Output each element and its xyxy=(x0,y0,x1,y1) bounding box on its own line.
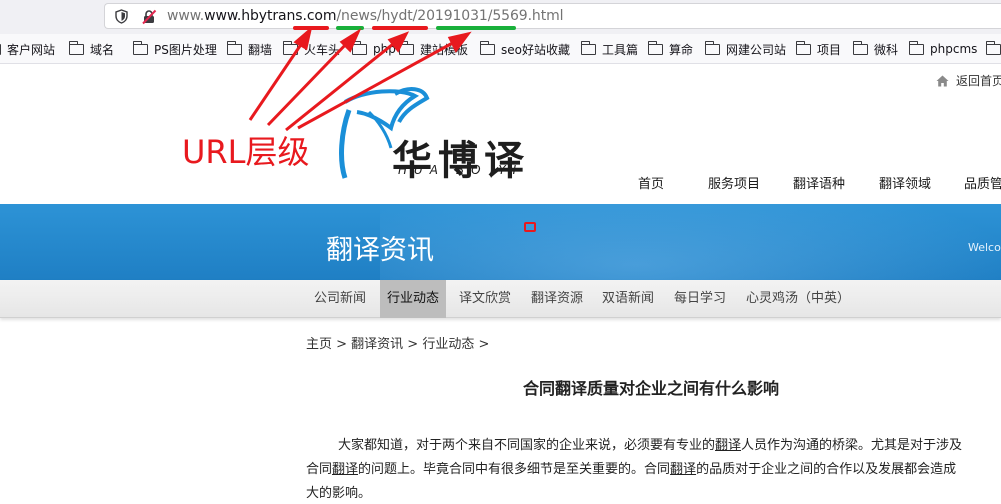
bookmark-item[interactable]: 火车头 xyxy=(282,34,340,63)
sub-nav: 公司新闻 行业动态 译文欣赏 翻译资源 双语新闻 每日学习 心灵鸡汤（中英） xyxy=(0,280,1001,318)
url-underline-red xyxy=(293,26,329,30)
bookmark-item[interactable]: php xyxy=(351,34,396,63)
bookmark-item[interactable]: 网建公司站 xyxy=(704,34,786,63)
url-segment-date: /20191031 xyxy=(412,8,488,24)
tab-industry-news[interactable]: 行业动态 xyxy=(380,280,447,318)
folder-icon xyxy=(0,43,1,55)
url-text[interactable]: www.www.hbytrans.com/news/hydt/20191031/… xyxy=(167,7,564,25)
shield-icon[interactable] xyxy=(115,9,128,24)
folder-icon xyxy=(68,40,84,55)
breadcrumb[interactable]: 主页 > 翻译资讯 > 行业动态 > xyxy=(306,333,489,352)
url-segment-file: /5569.html xyxy=(487,8,564,24)
home-icon xyxy=(936,75,949,86)
nav-item-services[interactable]: 服务项目 xyxy=(708,173,760,192)
bookmark-item[interactable]: 客户网站 xyxy=(0,34,55,63)
article-paragraph: 合同翻译的问题上。毕竟合同中有很多细节是至关重要的。合同翻译的品质对于企业之间的… xyxy=(306,462,957,477)
bookmarks-bar: 客户网站 域名 PS图片处理 翻墙 火车头 php 建站模板 seo好站收藏 工… xyxy=(0,34,1001,64)
url-segment-hydt: /hydt xyxy=(376,8,413,24)
tab-translation-resources[interactable]: 翻译资源 xyxy=(524,280,590,318)
url-underline-green xyxy=(436,26,516,30)
bookmark-item[interactable]: PS图片处理 xyxy=(132,34,217,63)
nav-item-fields[interactable]: 翻译领域 xyxy=(879,173,931,192)
annotation-marker xyxy=(524,222,536,232)
main-nav: 首页 服务项目 翻译语种 翻译领域 品质管 xyxy=(0,173,1001,193)
bookmark-item[interactable]: 翻墙 xyxy=(226,34,272,63)
tab-chicken-soup[interactable]: 心灵鸡汤（中英） xyxy=(739,280,857,318)
folder-icon xyxy=(795,40,811,55)
tab-translation-showcase[interactable]: 译文欣赏 xyxy=(452,280,518,318)
folder-icon xyxy=(479,40,495,55)
banner-title: 翻译资讯 xyxy=(326,235,434,266)
nav-item-quality[interactable]: 品质管 xyxy=(964,173,1001,192)
article-paragraph: 大家都知道，对于两个来自不同国家的企业来说，必须要有专业的翻译人员作为沟通的桥梁… xyxy=(338,438,963,453)
keyword-link[interactable]: 翻译 xyxy=(715,438,741,453)
bookmark-item[interactable]: 算命 xyxy=(647,34,693,63)
tab-bilingual-news[interactable]: 双语新闻 xyxy=(595,280,661,318)
folder-icon xyxy=(704,40,720,55)
url-field[interactable]: www.www.hbytrans.com/news/hydt/20191031/… xyxy=(104,3,1001,29)
bookmark-item[interactable]: seo好站收藏 xyxy=(479,34,570,63)
bookmark-item[interactable]: 域名 xyxy=(68,34,114,63)
tab-daily-study[interactable]: 每日学习 xyxy=(667,280,733,318)
folder-icon xyxy=(580,40,596,55)
folder-icon xyxy=(908,40,924,55)
bookmark-item[interactable]: 微科 xyxy=(852,34,898,63)
url-underline-green xyxy=(336,26,364,30)
back-home-link[interactable]: 返回首页 xyxy=(936,72,1001,89)
folder-icon xyxy=(226,40,242,55)
article-title: 合同翻译质量对企业之间有什么影响 xyxy=(523,379,780,398)
folder-icon xyxy=(985,40,1001,55)
bookmark-item[interactable] xyxy=(985,34,1001,63)
welcome-text: Welco xyxy=(968,241,1001,254)
bookmark-item[interactable]: 工具篇 xyxy=(580,34,638,63)
nav-item-home[interactable]: 首页 xyxy=(638,173,664,192)
folder-icon xyxy=(132,40,148,55)
folder-icon xyxy=(852,40,868,55)
bookmark-item[interactable]: phpcms xyxy=(908,34,977,63)
keyword-link[interactable]: 翻译 xyxy=(670,462,696,477)
url-underline-red xyxy=(372,26,428,30)
url-segment-news: /news xyxy=(336,8,377,24)
tab-company-news[interactable]: 公司新闻 xyxy=(307,280,373,318)
folder-icon xyxy=(398,40,414,55)
folder-icon xyxy=(282,40,298,55)
url-level-annotation: URL层级 xyxy=(182,133,310,171)
keyword-link[interactable]: 翻译 xyxy=(332,462,358,477)
page-banner: 翻译资讯 Welco xyxy=(0,204,1001,280)
bookmark-item[interactable]: 建站模板 xyxy=(398,34,468,63)
nav-item-languages[interactable]: 翻译语种 xyxy=(793,173,845,192)
bookmark-item[interactable]: 项目 xyxy=(795,34,841,63)
insecure-lock-icon[interactable] xyxy=(141,9,157,25)
folder-icon xyxy=(647,40,663,55)
folder-icon xyxy=(351,40,367,55)
article-paragraph: 大的影响。 xyxy=(306,486,372,501)
